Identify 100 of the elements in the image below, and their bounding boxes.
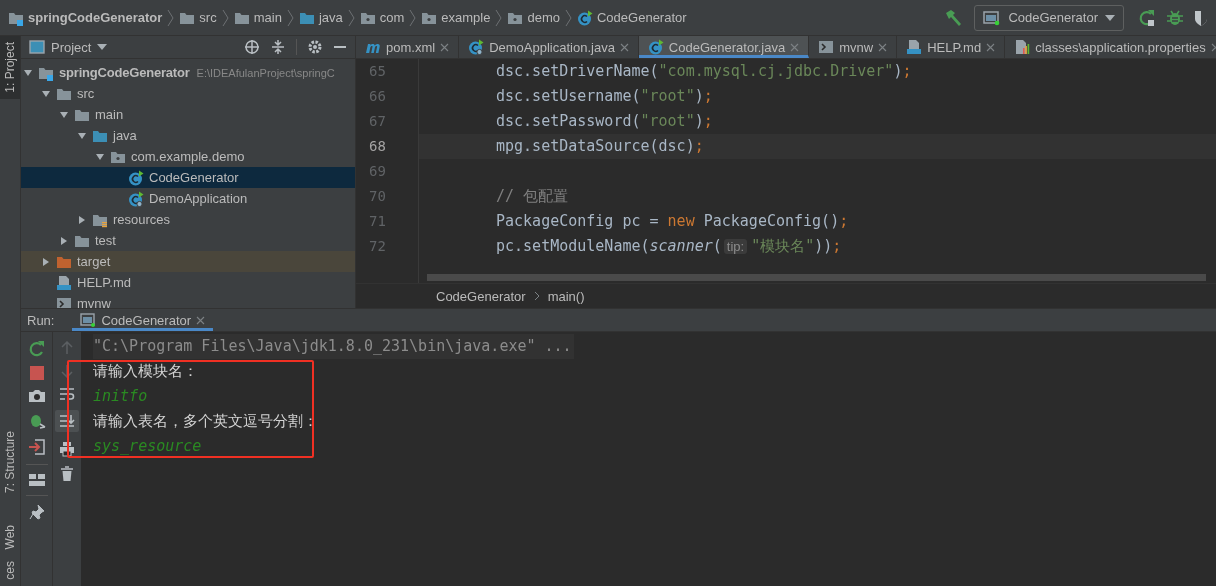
debug-icon[interactable] bbox=[1166, 8, 1184, 27]
breadcrumb-item[interactable]: main bbox=[233, 9, 282, 26]
breadcrumb-item[interactable]: example bbox=[421, 9, 491, 26]
editor-tab[interactable]: mvnw bbox=[809, 36, 898, 58]
layout-icon[interactable] bbox=[27, 473, 46, 487]
breadcrumb-item[interactable]: main() bbox=[547, 288, 585, 304]
chevron-icon bbox=[221, 8, 229, 27]
expanded-arrow-icon[interactable] bbox=[41, 88, 51, 99]
tree-item[interactable]: target bbox=[21, 251, 355, 272]
down-arrow-icon[interactable] bbox=[60, 364, 74, 378]
line-number: 68 bbox=[368, 137, 387, 156]
tree-item[interactable]: mvnw bbox=[21, 293, 355, 308]
code-line: // 包配置 bbox=[496, 187, 569, 205]
scroll-to-end-button[interactable] bbox=[55, 410, 79, 432]
breadcrumb-item[interactable]: CodeGenerator bbox=[577, 9, 687, 26]
markdown-file-icon bbox=[56, 274, 72, 291]
application-icon bbox=[80, 313, 97, 327]
project-view-selector[interactable]: Project bbox=[29, 39, 108, 55]
collapsed-arrow-icon[interactable] bbox=[59, 235, 69, 246]
tree-item[interactable]: springCodeGenerator E:\IDEAfulanProject\springC bbox=[21, 62, 355, 83]
line-number: 70 bbox=[368, 187, 387, 206]
close-icon[interactable] bbox=[619, 42, 629, 52]
properties-file-icon bbox=[1014, 39, 1031, 55]
close-icon[interactable] bbox=[986, 42, 996, 52]
pin-icon[interactable] bbox=[28, 504, 45, 520]
editor-tab[interactable]: CodeGenerator.java bbox=[638, 36, 810, 58]
horizontal-scrollbar[interactable] bbox=[427, 274, 1206, 281]
rerun-icon[interactable] bbox=[27, 340, 46, 358]
chevron-icon bbox=[286, 8, 294, 27]
settings-icon[interactable] bbox=[307, 39, 323, 55]
caret-icon bbox=[1105, 13, 1115, 22]
close-icon[interactable] bbox=[440, 42, 450, 52]
class-icon bbox=[647, 39, 664, 55]
breadcrumb-item[interactable]: src bbox=[179, 9, 217, 26]
coverage-icon[interactable] bbox=[1194, 8, 1208, 27]
tool-window-tab[interactable]: 7: Structure bbox=[0, 424, 20, 499]
tool-window-tab[interactable]: ces bbox=[0, 555, 20, 586]
run-configuration-dropdown[interactable]: CodeGenerator bbox=[974, 4, 1124, 31]
code-line: mpg.setDataSource(dsc); bbox=[496, 137, 704, 155]
tree-item[interactable]: src bbox=[21, 83, 355, 104]
editor-tab[interactable]: DemoApplication.java bbox=[459, 36, 639, 58]
exit-icon[interactable] bbox=[27, 438, 46, 456]
breadcrumb-item[interactable]: demo bbox=[507, 9, 560, 26]
tool-window-tab[interactable]: Web bbox=[0, 518, 20, 556]
close-icon[interactable] bbox=[1210, 42, 1216, 52]
chevron-icon bbox=[347, 8, 355, 27]
stop-icon[interactable] bbox=[29, 366, 44, 380]
breadcrumb-item[interactable]: springCodeGenerator bbox=[8, 9, 163, 26]
expanded-arrow-icon[interactable] bbox=[59, 109, 69, 120]
breadcrumb-item[interactable]: CodeGenerator bbox=[436, 288, 526, 304]
rerun-icon[interactable] bbox=[1138, 8, 1156, 27]
tree-item[interactable]: java bbox=[21, 125, 355, 146]
tree-item[interactable]: test bbox=[21, 230, 355, 251]
soft-wrap-icon[interactable] bbox=[59, 387, 75, 401]
breadcrumb-item[interactable]: java bbox=[298, 9, 343, 26]
caret-icon bbox=[97, 43, 108, 51]
line-number: 65 bbox=[368, 62, 387, 81]
chevron-icon bbox=[495, 8, 503, 27]
expanded-arrow-icon[interactable] bbox=[95, 151, 105, 162]
trash-icon[interactable] bbox=[60, 466, 74, 482]
chevron-icon bbox=[565, 8, 572, 27]
console-line: 请输入表名，多个英文逗号分割： bbox=[93, 411, 319, 432]
chevron-icon bbox=[167, 8, 175, 27]
breadcrumb-item[interactable]: com bbox=[359, 9, 405, 26]
collapse-all-icon[interactable] bbox=[270, 39, 286, 55]
code-line: PackageConfig pc = new PackageConfig(); bbox=[496, 212, 849, 230]
code-line: dsc.setUsername("root"); bbox=[496, 87, 713, 105]
tree-item[interactable]: resources bbox=[21, 209, 355, 230]
expanded-arrow-icon[interactable] bbox=[23, 67, 33, 78]
code-line: pc.setModuleName(scanner( tip: "模块名")); bbox=[496, 237, 842, 255]
close-icon[interactable] bbox=[196, 315, 206, 325]
collapsed-arrow-icon[interactable] bbox=[77, 214, 87, 225]
terminal-file-icon bbox=[818, 39, 835, 55]
tree-item[interactable]: main bbox=[21, 104, 355, 125]
editor-tab[interactable]: HELP.md bbox=[897, 36, 1006, 58]
line-number: 69 bbox=[368, 162, 387, 181]
collapsed-arrow-icon[interactable] bbox=[41, 256, 51, 267]
markdown-file-icon bbox=[906, 39, 923, 55]
line-number: 66 bbox=[368, 87, 387, 106]
class-icon bbox=[128, 169, 144, 186]
tree-item[interactable]: DemoApplication bbox=[21, 188, 355, 209]
run-tab[interactable]: CodeGenerator bbox=[72, 309, 214, 331]
tree-item[interactable]: CodeGenerator bbox=[21, 167, 355, 188]
close-icon[interactable] bbox=[878, 42, 888, 52]
line-number: 71 bbox=[368, 212, 387, 231]
editor-tab[interactable]: pom.xml bbox=[356, 36, 460, 58]
code-line: dsc.setPassword("root"); bbox=[496, 112, 713, 130]
project-path: E:\IDEAfulanProject\springC bbox=[196, 66, 335, 79]
tree-item[interactable]: com.example.demo bbox=[21, 146, 355, 167]
console-line: initfo bbox=[93, 386, 149, 407]
tree-item[interactable]: HELP.md bbox=[21, 272, 355, 293]
tool-window-tab[interactable]: 1: Project bbox=[0, 36, 20, 99]
print-icon[interactable] bbox=[59, 441, 75, 457]
camera-icon[interactable] bbox=[27, 388, 46, 404]
line-number: 72 bbox=[368, 237, 387, 256]
chevron-icon bbox=[533, 291, 540, 301]
expanded-arrow-icon[interactable] bbox=[77, 130, 87, 141]
locate-icon[interactable] bbox=[244, 39, 260, 55]
editor-tab[interactable]: classes\application.properties bbox=[1005, 36, 1216, 58]
application-icon bbox=[983, 9, 1002, 26]
